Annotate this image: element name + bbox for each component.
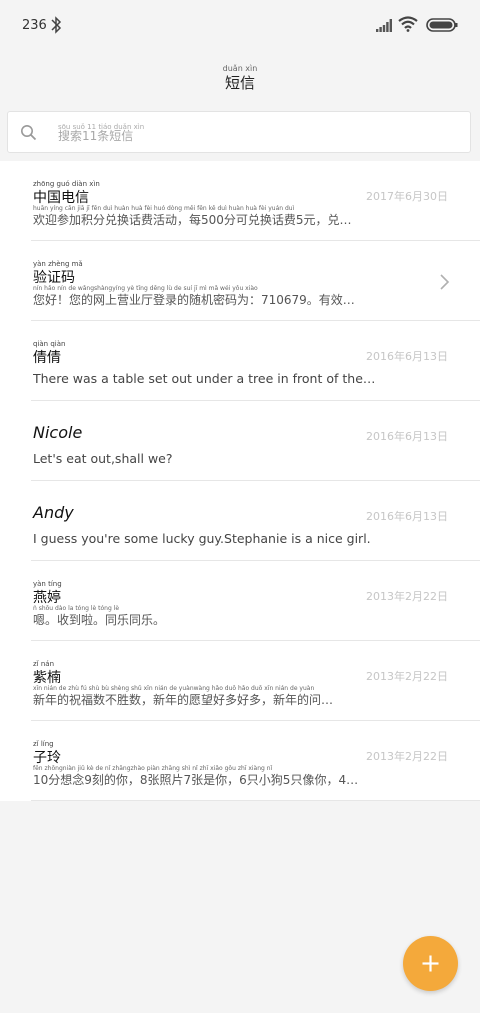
message-date: 2016年6月13日 [366, 510, 448, 523]
page-title: 短信 [224, 74, 255, 92]
message-preview: 欢迎参加积分兑换话费活动，每500分可兑换话费5元，兑… [33, 213, 352, 227]
contact-name: 验证码 [33, 270, 75, 286]
plus-icon [422, 955, 439, 972]
contact-name: Andy [33, 503, 74, 522]
list-item[interactable]: zhōng guó diàn xìn 中国电信 2017年6月30日 huān … [0, 161, 480, 241]
list-item[interactable]: zǐ nán 紫楠 2013年2月22日 xīn nián de zhù fú … [0, 641, 480, 721]
header: duǎn xìn 短信 [0, 52, 480, 102]
status-bar: 236 [0, 0, 480, 52]
contact-name: 子玲 [33, 750, 61, 766]
list-item[interactable]: yàn zhèng mǎ 验证码 nín hǎo nín de wǎngshàn… [0, 241, 480, 321]
contact-name: 燕婷 [33, 590, 61, 606]
bluetooth-icon [51, 16, 62, 34]
message-date: 2013年2月22日 [366, 590, 448, 603]
contact-name: 中国电信 [33, 190, 89, 206]
search-icon [21, 125, 37, 141]
status-time: 236 [22, 18, 47, 33]
list-item[interactable]: qiàn qiàn 倩倩 2016年6月13日 There was a tabl… [0, 321, 480, 401]
list-item[interactable]: yàn tíng 燕婷 2013年2月22日 ǹ shōu dào la tón… [0, 561, 480, 641]
message-preview: There was a table set out under a tree i… [33, 371, 376, 386]
message-date: 2013年2月22日 [366, 670, 448, 683]
list-item[interactable]: Andy 2016年6月13日 I guess you're some luck… [0, 481, 480, 561]
message-date: 2013年2月22日 [366, 750, 448, 763]
message-preview: 嗯。收到啦。同乐同乐。 [33, 613, 166, 627]
message-date: 2017年6月30日 [366, 190, 448, 203]
message-preview: Let's eat out,shall we? [33, 451, 173, 466]
chevron-right-icon [440, 274, 450, 290]
list-item[interactable]: Nicole 2016年6月13日 Let's eat out,shall we… [0, 401, 480, 481]
new-message-button[interactable] [403, 936, 458, 991]
list-item[interactable]: zǐ líng 子玲 2013年2月22日 fēn zhōngniàn jiǔ … [0, 721, 480, 801]
search-input[interactable]: 搜索11条短信 [58, 127, 133, 144]
message-preview: 10分想念9刻的你，8张照片7张是你，6只小狗5只像你，4… [33, 773, 359, 787]
message-list: zhōng guó diàn xìn 中国电信 2017年6月30日 huān … [0, 161, 480, 801]
message-date: 2016年6月13日 [366, 350, 448, 363]
search-box[interactable]: sōu suǒ 11 tiáo duǎn xìn 搜索11条短信 [7, 111, 471, 153]
message-preview: 新年的祝福数不胜数，新年的愿望好多好多，新年的问… [33, 693, 334, 707]
message-preview: I guess you're some lucky guy.Stephanie … [33, 531, 371, 546]
message-preview: 您好！您的网上营业厅登录的随机密码为：710679。有效… [33, 293, 355, 307]
divider [31, 800, 480, 801]
contact-name: Nicole [33, 423, 83, 442]
contact-name: 倩倩 [33, 350, 61, 366]
wifi-icon [398, 16, 418, 32]
signal-icon [376, 19, 392, 32]
battery-icon [426, 18, 458, 32]
message-date: 2016年6月13日 [366, 430, 448, 443]
contact-name: 紫楠 [33, 670, 61, 686]
